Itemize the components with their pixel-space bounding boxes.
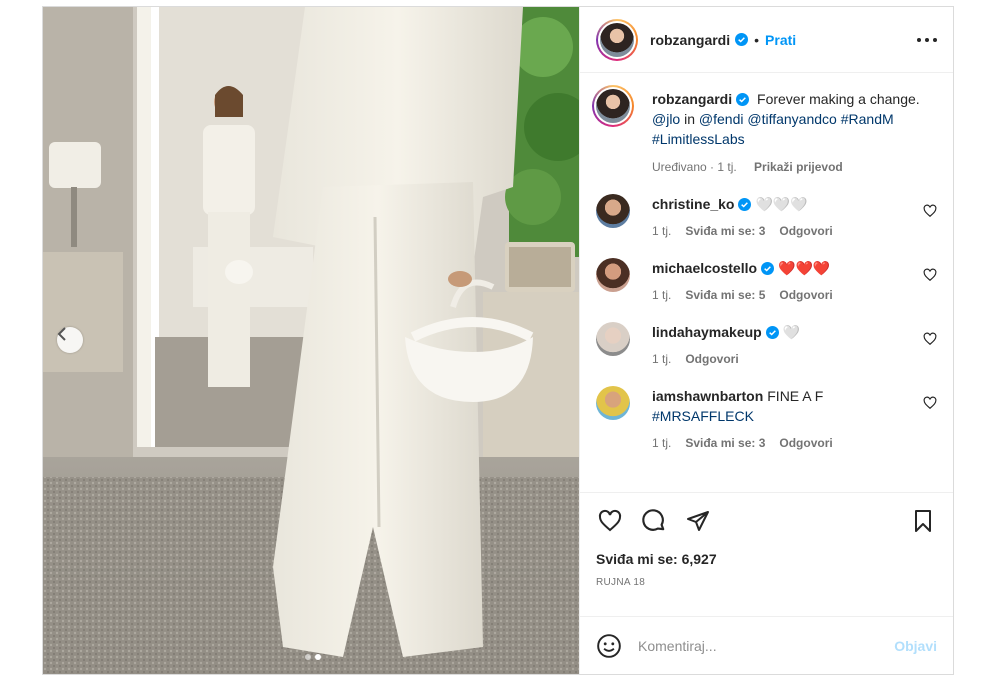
emoji-icon[interactable] [596, 633, 622, 659]
chevron-left-icon [57, 327, 66, 341]
caption-text: Forever making a change. [757, 91, 920, 107]
comment-button[interactable] [640, 507, 668, 535]
verified-badge-icon [736, 93, 750, 106]
comment-avatar[interactable] [596, 194, 630, 228]
comment-row: iamshawnbarton FINE A F #MRSAFFLECK 1 tj.… [596, 386, 937, 453]
verified-badge-icon [765, 326, 779, 339]
comment-text: 🤍🤍🤍 [755, 196, 808, 212]
more-options-button[interactable] [915, 28, 939, 52]
mention-link[interactable]: @fendi [699, 111, 744, 127]
carousel-dot-active [315, 654, 321, 660]
comment-time: 1 tj. [652, 436, 672, 450]
translate-link[interactable]: Prikaži prijevod [754, 160, 843, 174]
verified-badge-icon [761, 262, 775, 275]
mention-link[interactable]: @jlo [652, 111, 680, 127]
carousel-indicator [305, 654, 321, 660]
comment-time: 1 tj. [652, 224, 672, 238]
hashtag-link[interactable]: #MRSAFFLECK [652, 408, 754, 424]
post-image[interactable] [43, 7, 579, 674]
post-actions: Sviđa mi se: 6,927 RUJNA 18 [580, 492, 953, 616]
comment-text: 🤍 [782, 324, 801, 340]
comment-input[interactable] [638, 637, 895, 654]
instagram-post: robzangardi • Prati robzangardi Forever … [42, 6, 954, 675]
separator-dot: • [754, 31, 760, 48]
caption-text: in [684, 111, 696, 127]
like-button[interactable] [596, 507, 624, 535]
mention-link[interactable]: @tiffanyandco [747, 111, 836, 127]
caption-username[interactable]: robzangardi [652, 91, 732, 107]
carousel-dot [305, 654, 311, 660]
share-icon [687, 511, 709, 531]
comment-username[interactable]: christine_ko [652, 196, 734, 212]
hashtag-link[interactable]: #LimitlessLabs [652, 131, 745, 147]
comment-username[interactable]: lindahaymakeup [652, 324, 762, 340]
post-photo [43, 7, 579, 674]
comment-likes[interactable]: Sviđa mi se: 5 [685, 288, 765, 302]
comment-time: 1 tj. [652, 352, 672, 366]
author-avatar[interactable] [596, 18, 638, 61]
reply-button[interactable]: Odgovori [685, 352, 738, 366]
post-header: robzangardi • Prati [580, 7, 953, 73]
share-button[interactable] [684, 507, 712, 535]
comment-avatar[interactable] [596, 258, 630, 292]
comment-row: christine_ko 🤍🤍🤍 1 tj. Sviđa mi se: 3 Odgov… [596, 194, 937, 241]
comment-row: michaelcostello ❤️❤️❤️ 1 tj. Sviđa mi se: … [596, 258, 937, 305]
verified-badge-icon [738, 198, 752, 211]
post-side-panel: robzangardi • Prati robzangardi Forever … [579, 7, 953, 674]
verified-badge-icon [735, 33, 749, 46]
previous-slide-button[interactable] [57, 327, 83, 353]
reply-button[interactable]: Odgovori [779, 288, 832, 302]
comment-icon [642, 509, 665, 531]
post-date: RUJNA 18 [596, 577, 646, 588]
more-horizontal-icon [917, 37, 937, 42]
reply-button[interactable]: Odgovori [779, 436, 832, 450]
caption-row: robzangardi Forever making a change. @jl… [592, 85, 937, 177]
bookmark-icon [915, 510, 931, 532]
heart-icon [598, 509, 622, 532]
post-comment-button[interactable]: Objavi [894, 638, 937, 654]
comment-likes[interactable]: Sviđa mi se: 3 [685, 224, 765, 238]
comment-time: 1 tj. [652, 288, 672, 302]
like-comment-heart-icon[interactable] [923, 204, 937, 218]
like-comment-heart-icon[interactable] [923, 332, 937, 346]
follow-button[interactable]: Prati [765, 32, 796, 48]
author-username[interactable]: robzangardi [650, 32, 730, 48]
comment-avatar[interactable] [596, 322, 630, 356]
save-button[interactable] [909, 507, 937, 535]
comment-username[interactable]: iamshawnbarton [652, 388, 763, 404]
comment-text: ❤️❤️❤️ [778, 260, 831, 276]
comment-username[interactable]: michaelcostello [652, 260, 757, 276]
likes-count[interactable]: Sviđa mi se: 6,927 [596, 551, 937, 567]
comments-list[interactable]: robzangardi Forever making a change. @jl… [580, 73, 953, 492]
comment-text: FINE A F [767, 388, 824, 404]
like-comment-heart-icon[interactable] [923, 268, 937, 282]
reply-button[interactable]: Odgovori [779, 224, 832, 238]
caption-avatar[interactable] [592, 85, 634, 127]
hashtag-link[interactable]: #RandM [841, 111, 894, 127]
caption-edited-time: Uređivano · 1 tj. [652, 160, 737, 174]
add-comment-bar: Objavi [580, 616, 953, 674]
comment-row: lindahaymakeup 🤍 1 tj. Odgovori [596, 322, 937, 369]
like-comment-heart-icon[interactable] [923, 396, 937, 410]
comment-likes[interactable]: Sviđa mi se: 3 [685, 436, 765, 450]
comment-avatar[interactable] [596, 386, 630, 420]
